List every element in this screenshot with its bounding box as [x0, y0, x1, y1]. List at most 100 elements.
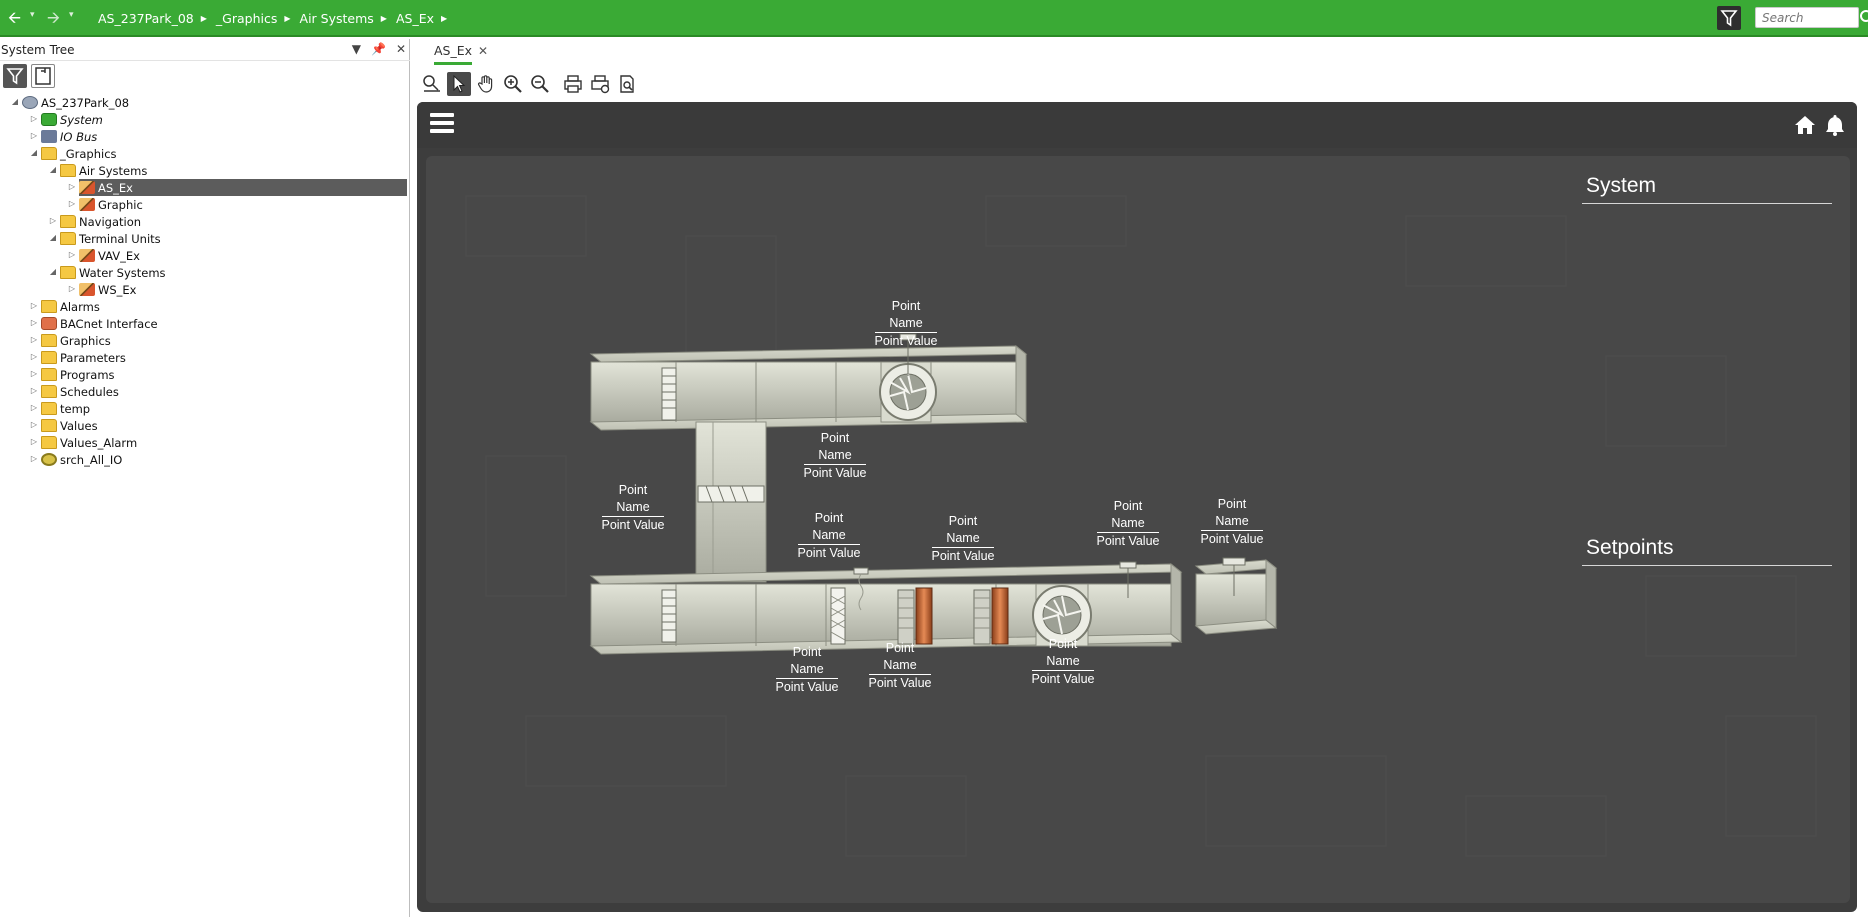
tree-item[interactable]: WS_Ex: [79, 281, 137, 298]
tree-item-label: Programs: [60, 367, 115, 382]
tree-item[interactable]: AS_237Park_08: [22, 94, 129, 111]
point-label[interactable]: Point Name Point Value: [794, 510, 864, 562]
panel-menu-icon[interactable]: ▼: [352, 42, 361, 56]
point-label[interactable]: Point Name Point Value: [772, 644, 842, 696]
tree-item[interactable]: Navigation: [60, 213, 141, 230]
forward-history-caret-icon[interactable]: ▾: [69, 10, 74, 20]
expand-toggle-icon[interactable]: ▷: [29, 301, 39, 310]
expand-toggle-icon[interactable]: ▷: [48, 216, 58, 225]
expand-toggle-icon[interactable]: ▷: [29, 386, 39, 395]
binding-tool-icon[interactable]: [420, 72, 444, 96]
folder-icon: [41, 385, 57, 398]
breadcrumb-item[interactable]: AS_Ex: [396, 11, 434, 26]
expand-toggle-icon[interactable]: ▷: [67, 182, 77, 191]
breadcrumb-item[interactable]: Air Systems: [300, 11, 374, 26]
back-history-caret-icon[interactable]: ▾: [30, 10, 35, 20]
print-icon[interactable]: [561, 72, 585, 96]
hamburger-menu-icon[interactable]: [430, 113, 454, 137]
collapse-toggle-icon[interactable]: ◢: [10, 97, 20, 106]
expand-toggle-icon[interactable]: ▷: [29, 318, 39, 327]
breadcrumb: AS_237Park_08 ▶ _Graphics ▶ Air Systems ▶ A…: [98, 11, 456, 26]
tree-item[interactable]: Programs: [41, 366, 115, 383]
breadcrumb-separator-icon[interactable]: ▶: [381, 14, 387, 23]
filter: [830, 587, 846, 645]
expand-toggle-icon[interactable]: ▷: [29, 454, 39, 463]
close-icon[interactable]: ✕: [396, 42, 406, 56]
tree-item[interactable]: IO Bus: [41, 128, 97, 145]
tree-item[interactable]: System: [41, 111, 103, 128]
tree-item[interactable]: Terminal Units: [60, 230, 161, 247]
point-label[interactable]: Point Name Point Value: [1197, 496, 1267, 548]
expand-toggle-icon[interactable]: ▷: [29, 335, 39, 344]
collapse-toggle-icon[interactable]: ◢: [48, 233, 58, 242]
bell-icon[interactable]: [1823, 113, 1847, 137]
tree-item[interactable]: VAV_Ex: [79, 247, 140, 264]
expand-toggle-icon[interactable]: ▷: [29, 114, 39, 123]
print-preview-icon[interactable]: [615, 72, 639, 96]
tree-filter-button[interactable]: [3, 64, 27, 88]
forward-arrow-icon[interactable]: 🡪: [47, 8, 60, 28]
tree-item[interactable]: AS_Ex: [79, 179, 407, 196]
breadcrumb-separator-icon[interactable]: ▶: [201, 14, 207, 23]
show-details-button[interactable]: [31, 64, 55, 88]
select-tool-icon[interactable]: [447, 72, 471, 96]
top-bar: 🡨 ▾ 🡪 ▾ AS_237Park_08 ▶ _Graphics ▶ Air Sy…: [0, 0, 1868, 37]
tree-item[interactable]: temp: [41, 400, 90, 417]
graphic-pen-icon: [79, 198, 95, 211]
point-label[interactable]: Point Name Point Value: [598, 482, 668, 534]
tree-item[interactable]: Values_Alarm: [41, 434, 137, 451]
tree-item-label: AS_Ex: [98, 180, 133, 195]
tree-item[interactable]: BACnet Interface: [41, 315, 158, 332]
collapse-toggle-icon[interactable]: ◢: [48, 165, 58, 174]
tree-item[interactable]: Schedules: [41, 383, 119, 400]
tree-item[interactable]: Graphics: [41, 332, 111, 349]
home-icon[interactable]: [1793, 113, 1817, 137]
collapse-toggle-icon[interactable]: ◢: [48, 267, 58, 276]
tree-item[interactable]: srch_All_IO: [41, 451, 122, 468]
expand-toggle-icon[interactable]: ▷: [29, 437, 39, 446]
expand-toggle-icon[interactable]: ▷: [29, 369, 39, 378]
expand-toggle-icon[interactable]: ▷: [29, 403, 39, 412]
tree-item[interactable]: Graphic: [79, 196, 143, 213]
tree-item[interactable]: _Graphics: [41, 145, 117, 162]
print-settings-icon[interactable]: [588, 72, 612, 96]
collapse-toggle-icon[interactable]: ◢: [29, 148, 39, 157]
tree-item-label: Terminal Units: [79, 231, 161, 246]
point-label[interactable]: Point Name Point Value: [1028, 636, 1098, 688]
breadcrumb-separator-icon[interactable]: ▶: [441, 14, 447, 23]
expand-toggle-icon[interactable]: ▷: [67, 284, 77, 293]
tab-close-icon[interactable]: ✕: [478, 44, 488, 58]
point-label[interactable]: Point Name Point Value: [1093, 498, 1163, 550]
pin-icon[interactable]: 📌: [371, 42, 386, 56]
back-arrow-icon[interactable]: 🡨: [8, 8, 21, 28]
tree-item[interactable]: Water Systems: [60, 264, 166, 281]
expand-toggle-icon[interactable]: ▷: [29, 420, 39, 429]
expand-toggle-icon[interactable]: ▷: [67, 199, 77, 208]
point-label[interactable]: Point Name Point Value: [871, 298, 941, 350]
expand-toggle-icon[interactable]: ▷: [29, 131, 39, 140]
zoom-out-icon[interactable]: [528, 72, 552, 96]
tree-item-label: Schedules: [60, 384, 119, 399]
tree-item[interactable]: Parameters: [41, 349, 126, 366]
expand-toggle-icon[interactable]: ▷: [29, 352, 39, 361]
breadcrumb-item[interactable]: AS_237Park_08: [98, 11, 194, 26]
tree-item[interactable]: Alarms: [41, 298, 100, 315]
zoom-in-icon[interactable]: [501, 72, 525, 96]
tree-item[interactable]: Air Systems: [60, 162, 147, 179]
folder-icon: [60, 215, 76, 228]
tab-as-ex[interactable]: AS_Ex: [434, 43, 473, 65]
search-icon[interactable]: [1860, 10, 1868, 22]
tree-item-label: Values_Alarm: [60, 435, 138, 450]
filter-icon[interactable]: [1717, 6, 1741, 30]
expand-toggle-icon[interactable]: ▷: [67, 250, 77, 259]
tree-item[interactable]: Values: [41, 417, 98, 434]
folder-icon: [41, 147, 57, 160]
search-input[interactable]: [1755, 7, 1859, 28]
graphic-canvas: System Setpoints Point Name Point Value …: [426, 156, 1850, 903]
point-label[interactable]: Point Name Point Value: [928, 513, 998, 565]
pan-hand-icon[interactable]: [474, 72, 498, 96]
breadcrumb-item[interactable]: _Graphics: [216, 11, 277, 26]
breadcrumb-separator-icon[interactable]: ▶: [284, 14, 290, 23]
point-label[interactable]: Point Name Point Value: [800, 430, 870, 482]
point-label[interactable]: Point Name Point Value: [865, 640, 935, 692]
